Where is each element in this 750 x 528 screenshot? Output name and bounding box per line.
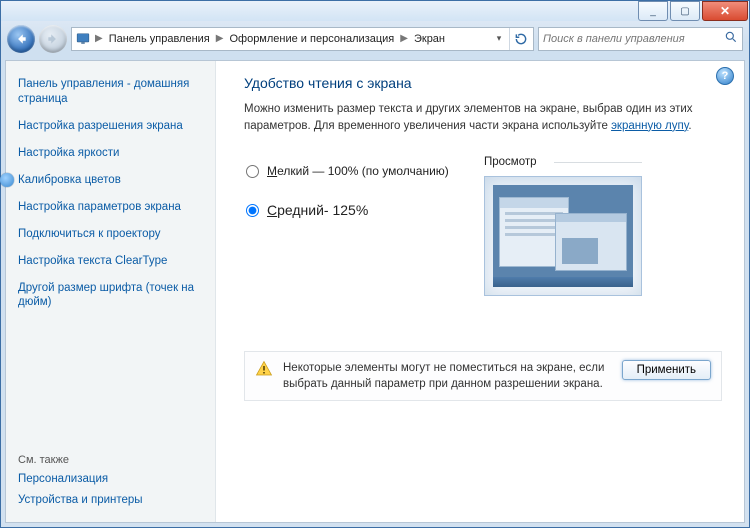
warning-icon: [255, 360, 273, 378]
sidebar: Панель управления - домашняя страница На…: [6, 61, 216, 522]
address-dropdown-icon[interactable]: ▾: [491, 33, 507, 44]
back-button[interactable]: [7, 25, 35, 53]
option-small[interactable]: Мелкий — 100% (по умолчанию): [246, 164, 484, 178]
maximize-button[interactable]: ▢: [670, 1, 700, 21]
control-panel-window: _ ▢ ✕ ▶ Панель управления ▶ Оформление и…: [0, 0, 750, 528]
warning-panel: Некоторые элементы могут не поместиться …: [244, 351, 722, 401]
see-also-section: См. также Персонализация Устройства и пр…: [18, 448, 203, 514]
search-box[interactable]: [538, 27, 743, 51]
sidebar-link-cleartype[interactable]: Настройка текста ClearType: [18, 254, 203, 269]
preview-label: Просмотр: [484, 156, 642, 168]
magnifier-link[interactable]: экранную лупу: [611, 120, 688, 132]
breadcrumb-separator-icon: ▶: [399, 33, 409, 44]
radio-medium[interactable]: [246, 204, 259, 217]
preview-image: [484, 176, 642, 296]
main-panel: ? Удобство чтения с экрана Можно изменит…: [216, 61, 744, 522]
breadcrumb-separator-icon: ▶: [94, 33, 104, 44]
sidebar-link-dpi[interactable]: Другой размер шрифта (точек на дюйм): [18, 281, 203, 311]
preview-section: Просмотр: [484, 156, 642, 296]
see-also-personalization[interactable]: Персонализация: [18, 472, 203, 487]
close-button[interactable]: ✕: [702, 1, 748, 21]
sidebar-link-brightness[interactable]: Настройка яркости: [18, 146, 203, 161]
radio-small[interactable]: [246, 165, 259, 178]
breadcrumb-item[interactable]: Панель управления: [106, 31, 213, 47]
refresh-button[interactable]: [509, 28, 531, 50]
sidebar-link-home[interactable]: Панель управления - домашняя страница: [18, 77, 203, 107]
warning-text: Некоторые элементы могут не поместиться …: [283, 360, 612, 392]
breadcrumb-separator-icon: ▶: [215, 33, 225, 44]
sidebar-link-calibrate[interactable]: Калибровка цветов: [18, 173, 203, 188]
see-also-heading: См. также: [18, 454, 203, 466]
size-options: Мелкий — 100% (по умолчанию) Средний- 12…: [244, 156, 722, 296]
desc-text-end: .: [688, 120, 691, 132]
see-also-devices[interactable]: Устройства и принтеры: [18, 493, 203, 508]
option-small-label: Мелкий — 100% (по умолчанию): [267, 164, 449, 178]
display-icon: [74, 31, 92, 47]
minimize-button[interactable]: _: [638, 1, 668, 21]
breadcrumb-item[interactable]: Оформление и персонализация: [226, 31, 397, 47]
sidebar-link-projector[interactable]: Подключиться к проектору: [18, 227, 203, 242]
address-bar[interactable]: ▶ Панель управления ▶ Оформление и персо…: [71, 27, 534, 51]
sidebar-link-display-settings[interactable]: Настройка параметров экрана: [18, 200, 203, 215]
page-title: Удобство чтения с экрана: [244, 75, 722, 91]
back-arrow-icon: [14, 32, 28, 46]
search-input[interactable]: [543, 33, 724, 45]
sidebar-link-resolution[interactable]: Настройка разрешения экрана: [18, 119, 203, 134]
option-medium[interactable]: Средний- 125%: [246, 202, 484, 218]
content-area: Панель управления - домашняя страница На…: [5, 60, 745, 523]
search-icon[interactable]: [724, 30, 738, 47]
option-medium-label: Средний- 125%: [267, 202, 368, 218]
refresh-icon: [514, 32, 528, 46]
help-button[interactable]: ?: [716, 67, 734, 85]
breadcrumb-item[interactable]: Экран: [411, 31, 448, 47]
titlebar: _ ▢ ✕: [1, 1, 749, 21]
apply-button[interactable]: Применить: [622, 360, 711, 380]
forward-button[interactable]: [39, 25, 67, 53]
navigation-bar: ▶ Панель управления ▶ Оформление и персо…: [1, 21, 749, 56]
forward-arrow-icon: [46, 32, 60, 46]
page-description: Можно изменить размер текста и других эл…: [244, 101, 714, 134]
